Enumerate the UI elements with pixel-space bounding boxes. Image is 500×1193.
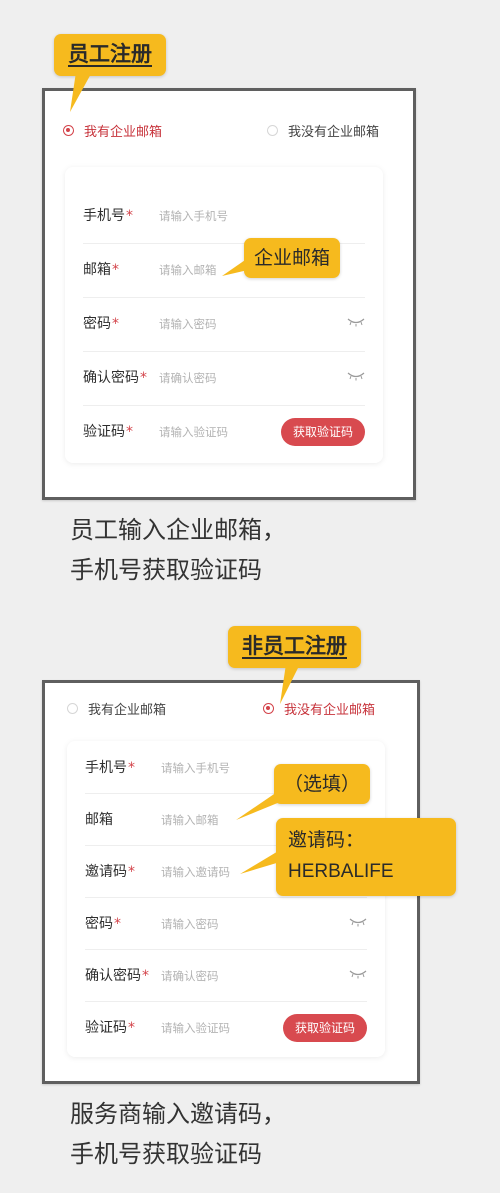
verify-code-label: 验证码* bbox=[83, 424, 133, 440]
caption-line: 手机号获取验证码 bbox=[70, 1140, 262, 1168]
confirm-password-row: 确认密码* bbox=[85, 949, 367, 1002]
email-option-group: 我有企业邮箱 我没有企业邮箱 bbox=[45, 699, 417, 723]
verify-code-row: 验证码* 获取验证码 bbox=[83, 405, 365, 459]
get-code-button[interactable]: 获取验证码 bbox=[282, 1014, 367, 1042]
phone-input[interactable] bbox=[159, 205, 299, 227]
phone-label: 手机号* bbox=[85, 760, 135, 776]
invite-code-label: 邀请码* bbox=[85, 864, 135, 880]
confirm-password-label: 确认密码* bbox=[83, 370, 147, 386]
callout-pointer bbox=[70, 72, 92, 112]
radio-label: 我有企业邮箱 bbox=[84, 125, 163, 140]
email-label: 邮箱 bbox=[85, 812, 113, 828]
invite-note-line: HERBALIFE bbox=[288, 861, 394, 882]
radio-has-email[interactable]: 我有企业邮箱 bbox=[63, 121, 162, 140]
radio-selected-icon bbox=[63, 125, 74, 136]
password-input[interactable] bbox=[161, 913, 301, 935]
password-label: 密码* bbox=[83, 316, 119, 332]
radio-label: 我没有企业邮箱 bbox=[288, 125, 380, 140]
radio-label: 我有企业邮箱 bbox=[88, 703, 167, 718]
confirm-password-input[interactable] bbox=[159, 367, 299, 389]
employee-register-panel: 我有企业邮箱 我没有企业邮箱 手机号* 邮箱* 密码* 确认密码* bbox=[42, 88, 416, 500]
callout-pointer bbox=[280, 664, 300, 704]
invite-code-note: 邀请码： HERBALIFE bbox=[276, 818, 456, 896]
corporate-email-note: 企业邮箱 bbox=[244, 238, 341, 278]
password-input[interactable] bbox=[159, 313, 299, 335]
eye-closed-icon[interactable] bbox=[347, 371, 365, 381]
confirm-password-input[interactable] bbox=[161, 965, 301, 987]
radio-no-email[interactable]: 我没有企业邮箱 bbox=[267, 121, 379, 140]
password-row: 密码* bbox=[83, 297, 365, 352]
phone-label: 手机号* bbox=[83, 208, 133, 224]
non-employee-register-tag: 非员工注册 bbox=[228, 626, 361, 668]
caption-line: 服务商输入邀请码， bbox=[70, 1100, 286, 1128]
callout-pointer bbox=[222, 258, 248, 276]
verify-code-label: 验证码* bbox=[85, 1020, 135, 1036]
radio-selected-icon bbox=[263, 703, 274, 714]
caption-line: 手机号获取验证码 bbox=[70, 556, 262, 584]
eye-closed-icon[interactable] bbox=[347, 317, 365, 327]
email-label: 邮箱* bbox=[83, 262, 119, 278]
eye-closed-icon[interactable] bbox=[349, 917, 367, 927]
caption-employee: 员工输入企业邮箱， 手机号获取验证码 bbox=[70, 510, 286, 590]
confirm-password-row: 确认密码* bbox=[83, 351, 365, 406]
callout-pointer bbox=[240, 850, 280, 874]
password-row: 密码* bbox=[85, 897, 367, 950]
optional-note: （选填） bbox=[274, 764, 371, 804]
caption-line: 员工输入企业邮箱， bbox=[70, 516, 286, 544]
verify-code-input[interactable] bbox=[161, 1017, 301, 1039]
get-code-button[interactable]: 获取验证码 bbox=[280, 418, 365, 446]
radio-unselected-icon bbox=[267, 125, 278, 136]
verify-code-row: 验证码* 获取验证码 bbox=[85, 1001, 367, 1053]
verify-code-input[interactable] bbox=[159, 421, 299, 443]
callout-pointer bbox=[236, 790, 280, 820]
password-label: 密码* bbox=[85, 916, 121, 932]
radio-unselected-icon bbox=[67, 703, 78, 714]
email-option-group: 我有企业邮箱 我没有企业邮箱 bbox=[45, 121, 413, 145]
confirm-password-label: 确认密码* bbox=[85, 968, 149, 984]
caption-non-employee: 服务商输入邀请码， 手机号获取验证码 bbox=[70, 1094, 286, 1174]
register-form: 手机号* 邮箱* 密码* 确认密码* 验证码* 获取验证码 bbox=[65, 167, 383, 463]
radio-has-email[interactable]: 我有企业邮箱 bbox=[67, 699, 166, 718]
employee-register-tag: 员工注册 bbox=[54, 34, 166, 76]
eye-closed-icon[interactable] bbox=[349, 969, 367, 979]
phone-row: 手机号* bbox=[83, 189, 365, 244]
invite-note-line: 邀请码： bbox=[288, 829, 365, 851]
